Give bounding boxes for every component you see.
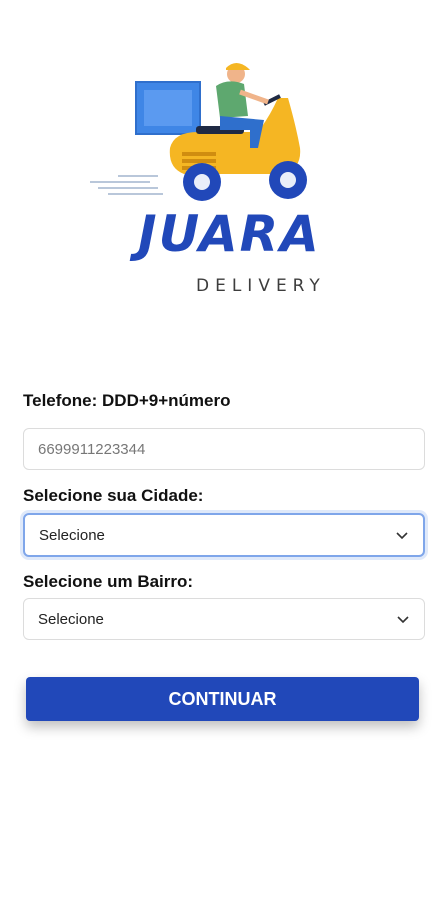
district-select-value: Selecione bbox=[38, 610, 104, 628]
brand-tagline: DELIVERY bbox=[196, 276, 326, 296]
chevron-down-icon bbox=[397, 616, 409, 624]
login-screen: JUARA DELIVERY Telefone: DDD+9+número 66… bbox=[0, 0, 446, 900]
brand-name: JUARA bbox=[138, 205, 321, 263]
district-select[interactable]: Selecione bbox=[23, 598, 425, 640]
phone-input[interactable]: 6699911223344 bbox=[23, 428, 425, 470]
chevron-down-icon bbox=[396, 532, 408, 540]
city-select[interactable]: Selecione bbox=[23, 513, 425, 557]
brand-logo: JUARA DELIVERY bbox=[88, 56, 348, 306]
phone-input-placeholder: 6699911223344 bbox=[38, 440, 146, 458]
city-label: Selecione sua Cidade: bbox=[23, 486, 204, 505]
district-label: Selecione um Bairro: bbox=[23, 572, 194, 591]
city-select-value: Selecione bbox=[39, 526, 105, 544]
continue-button[interactable]: CONTINUAR bbox=[26, 677, 419, 721]
phone-label: Telefone: DDD+9+número bbox=[23, 391, 231, 410]
delivery-scooter-icon bbox=[90, 63, 307, 201]
